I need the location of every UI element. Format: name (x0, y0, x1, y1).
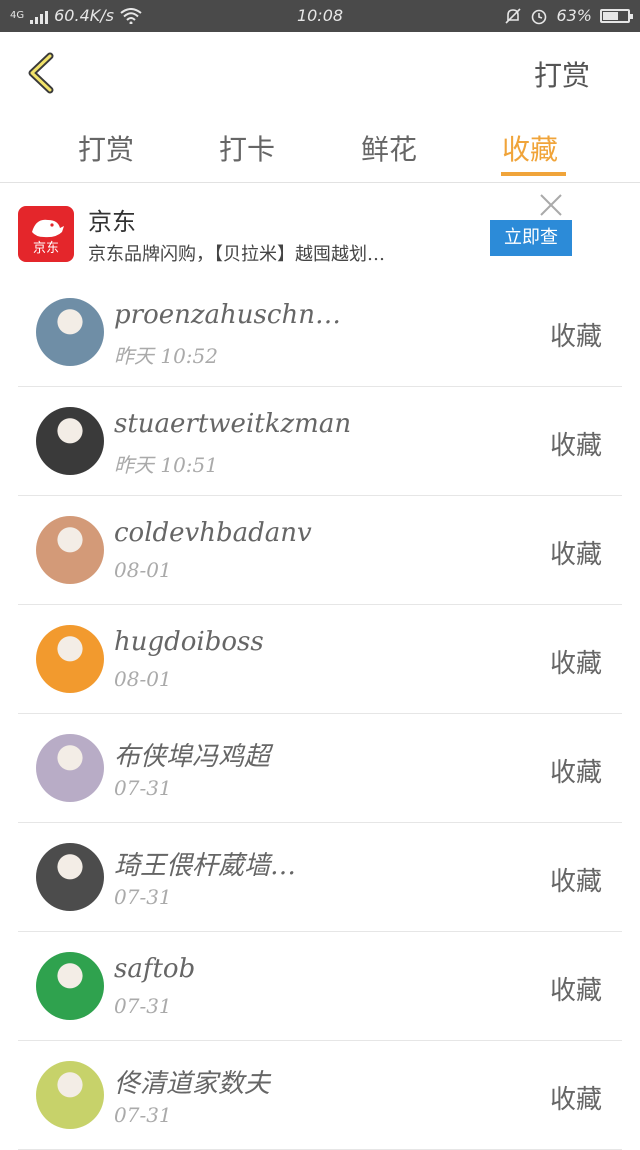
list-item[interactable]: 琦王偎杆葳墙… 07-31 收藏 (18, 823, 622, 932)
user-name: 布侠埠冯鸡超 (114, 742, 271, 772)
reward-header-button[interactable]: 打赏 (534, 54, 590, 94)
alarm-clock-icon (532, 9, 547, 24)
close-icon[interactable] (538, 192, 564, 218)
user-time: 07-31 (114, 885, 172, 909)
user-time: 08-01 (114, 558, 172, 582)
tab-reward[interactable]: 打赏 (78, 128, 134, 168)
user-name: stuaertweitkzman (114, 409, 352, 439)
user-name: coldevhbadanv (114, 518, 312, 548)
avatar[interactable] (36, 407, 104, 475)
favorite-label: 收藏 (549, 322, 602, 352)
favorite-label: 收藏 (549, 540, 602, 570)
user-time: 昨天 10:51 (114, 453, 218, 477)
list-item[interactable]: saftob 07-31 收藏 (18, 932, 622, 1041)
top-header: 打赏 (0, 32, 640, 112)
ad-description: 京东品牌闪购，【贝拉米】越囤越划… (88, 244, 385, 265)
list-item[interactable]: stuaertweitkzman 昨天 10:51 收藏 (18, 387, 622, 496)
tab-checkin[interactable]: 打卡 (219, 128, 275, 168)
list-item[interactable]: 佟清道家数夫 07-31 收藏 (18, 1041, 622, 1150)
user-name: hugdoiboss (114, 627, 264, 657)
user-time: 08-01 (114, 667, 172, 691)
list-item[interactable]: coldevhbadanv 08-01 收藏 (18, 496, 622, 605)
user-name: saftob (114, 954, 196, 984)
ad-title: 京东 (88, 208, 136, 236)
battery-icon (600, 8, 633, 23)
tab-flowers[interactable]: 鲜花 (361, 128, 417, 168)
favorite-label: 收藏 (549, 867, 602, 897)
avatar[interactable] (36, 516, 104, 584)
avatar[interactable] (36, 734, 104, 802)
ad-view-button[interactable]: 立即查 (490, 220, 572, 256)
user-name: 琦王偎杆葳墙… (114, 851, 297, 881)
user-name: proenzahuschnoul… (114, 300, 354, 330)
back-chevron-icon[interactable] (20, 50, 66, 96)
active-tab-indicator (501, 172, 566, 176)
list-item[interactable]: 布侠埠冯鸡超 07-31 收藏 (18, 714, 622, 823)
user-list: proenzahuschnoul…昨天 10:52收藏stuaertweitkz… (18, 278, 622, 1150)
avatar[interactable] (36, 298, 104, 366)
user-time: 07-31 (114, 776, 172, 800)
favorite-label: 收藏 (549, 758, 602, 788)
avatar[interactable] (36, 1061, 104, 1129)
jd-logo: 京东 (18, 206, 74, 262)
user-time: 07-31 (114, 1103, 172, 1127)
favorite-label: 收藏 (549, 1085, 602, 1115)
avatar[interactable] (36, 625, 104, 693)
battery-percent: 63% (556, 6, 592, 25)
tab-favorites[interactable]: 收藏 (502, 128, 558, 168)
list-item[interactable]: proenzahuschnoul… 昨天 10:52 收藏 (18, 278, 622, 387)
user-name: 佟清道家数夫 (114, 1069, 271, 1099)
favorite-label: 收藏 (549, 649, 602, 679)
list-item[interactable]: hugdoiboss 08-01 收藏 (18, 605, 622, 714)
avatar[interactable] (36, 952, 104, 1020)
mute-bell-icon (505, 7, 522, 24)
favorite-label: 收藏 (549, 431, 602, 461)
jd-logo-text: 京东 (32, 241, 59, 256)
status-bar: 4G 60.4K/s 10:08 63% (0, 0, 640, 32)
user-time: 07-31 (114, 994, 172, 1018)
favorite-label: 收藏 (549, 976, 602, 1006)
avatar[interactable] (36, 843, 104, 911)
user-time: 昨天 10:52 (114, 344, 218, 368)
